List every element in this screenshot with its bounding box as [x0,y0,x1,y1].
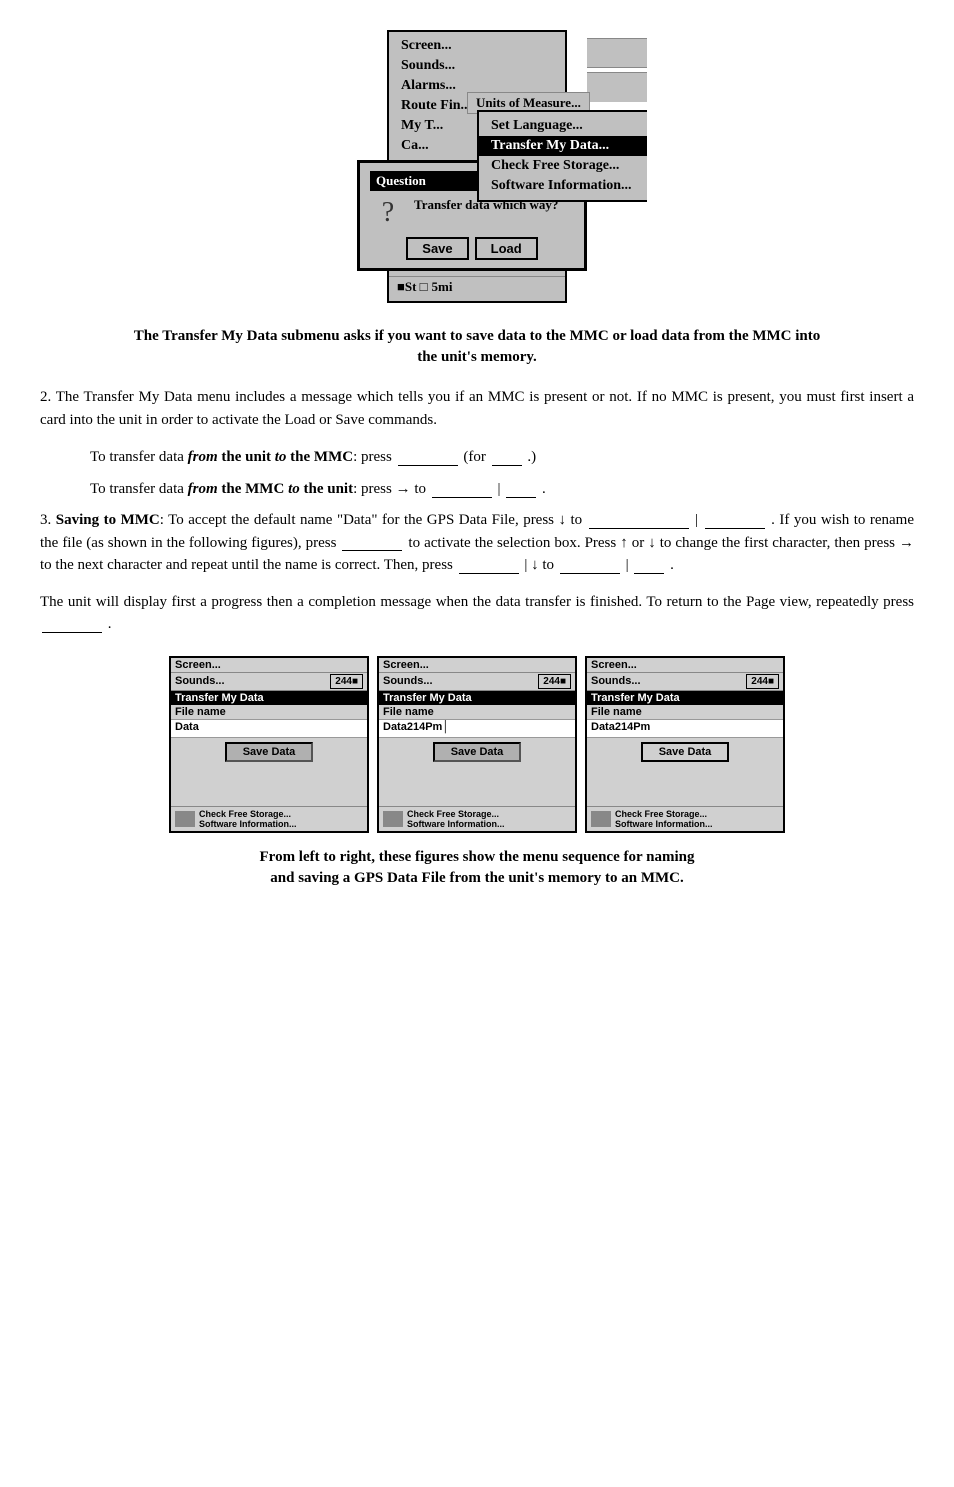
blank-p3-6 [634,558,664,574]
status-bar-text: 5mi [432,279,453,295]
screen1-bottom: Check Free Storage... Software Informati… [171,806,367,831]
screen3-section: Transfer My Data [587,691,783,705]
screen1-bottom-text: Check Free Storage... Software Informati… [199,809,297,829]
screen2-top-sounds: Sounds... [383,675,433,687]
screen2-input[interactable]: Data214Pm│ [379,720,575,738]
gps-screen-2: Screen... Sounds... 244■ Transfer My Dat… [377,656,577,833]
submenu-software-info[interactable]: Software Information... [479,176,647,196]
screen2-top-left: Screen... [383,659,429,671]
status-icon: ■St □ [397,279,428,295]
screen3-bottom: Check Free Storage... Software Informati… [587,806,783,831]
screen3-input[interactable]: Data214Pm [587,720,783,738]
submenu-set-language[interactable]: Set Language... [479,116,647,136]
screen2-bottom: Check Free Storage... Software Informati… [379,806,575,831]
screen2-file-label: File name [379,705,575,720]
paragraph-2: 2. The Transfer My Data menu includes a … [40,386,914,431]
blank-p3-3 [342,535,402,551]
question-icon: ? [370,197,406,229]
load-button[interactable]: Load [475,237,538,260]
screen3-battery: 244■ [746,674,779,689]
blank-p3-5 [560,558,620,574]
paragraph-3: 3. Saving to MMC: To accept the default … [40,509,914,577]
blank-save-sub [492,450,522,466]
paragraph-4: The unit will display first a progress t… [40,591,914,636]
screen1-input[interactable]: Data [171,720,367,738]
submenu-transfer-my-data[interactable]: Transfer My Data... [479,136,647,156]
screen1-top-sounds: Sounds... [175,675,225,687]
gps-screen-1: Screen... Sounds... 244■ Transfer My Dat… [169,656,369,833]
screen1-top-left: Screen... [175,659,221,671]
screen2-battery: 244■ [538,674,571,689]
top-screenshot-area: Screen... Sounds... Alarms... Route Fin.… [40,30,914,310]
menu-screen[interactable]: Screen... [389,36,565,56]
bottom-caption-line1: From left to right, these figures show t… [127,847,827,868]
transfer-mmc-to-unit-line: To transfer data from the MMC to the uni… [90,477,914,501]
bottom-caption: From left to right, these figures show t… [127,847,827,889]
blank-p3-4 [459,558,519,574]
screen3-spacer [587,766,783,806]
screen2-section: Transfer My Data [379,691,575,705]
blank-save-key [398,450,458,466]
screen1-file-label: File name [171,705,367,720]
menu-sounds[interactable]: Sounds... [389,56,565,76]
screen3-top-left: Screen... [591,659,637,671]
blank-p3-1 [589,513,689,529]
screen1-icon [175,811,195,827]
save-button[interactable]: Save [406,237,468,260]
screen2-save-btn[interactable]: Save Data [433,742,522,762]
screen1-spacer [171,766,367,806]
screen1-battery: 244■ [330,674,363,689]
screen3-bottom-text: Check Free Storage... Software Informati… [615,809,713,829]
screen2-spacer [379,766,575,806]
blank-p4 [42,617,102,633]
screen2-bottom-text: Check Free Storage... Software Informati… [407,809,505,829]
blank-p3-2 [705,513,765,529]
top-caption: The Transfer My Data submenu asks if you… [127,326,827,368]
bottom-caption-line2: and saving a GPS Data File from the unit… [127,868,827,889]
screen1-save-btn[interactable]: Save Data [225,742,314,762]
screen1-section: Transfer My Data [171,691,367,705]
screen3-top-sounds: Sounds... [591,675,641,687]
blank-load-key [432,482,492,498]
screen3-save-btn[interactable]: Save Data [641,742,730,762]
bottom-screenshots-area: Screen... Sounds... 244■ Transfer My Dat… [40,656,914,833]
screen3-file-label: File name [587,705,783,720]
gps-menu-wrapper: Screen... Sounds... Alarms... Route Fin.… [307,30,647,310]
screen3-icon [591,811,611,827]
screen2-icon [383,811,403,827]
gps-screen-3: Screen... Sounds... 244■ Transfer My Dat… [585,656,785,833]
transfer-unit-to-mmc-line: To transfer data from the unit to the MM… [90,445,914,469]
blank-load-sub [506,482,536,498]
submenu-check-free-storage[interactable]: Check Free Storage... [479,156,647,176]
